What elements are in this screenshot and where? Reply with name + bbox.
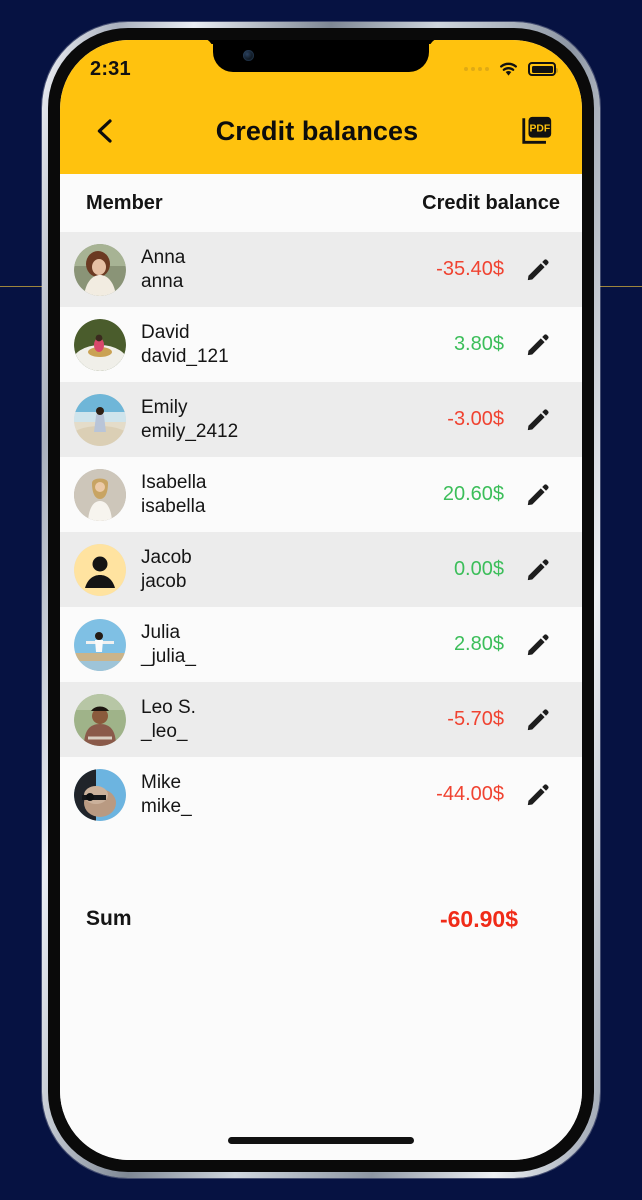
credit-balance-amount: 0.00$ xyxy=(453,558,504,580)
credit-balance-amount: -3.00$ xyxy=(447,408,504,430)
avatar xyxy=(74,468,126,521)
table-row[interactable]: Isabella isabella 20.60$ xyxy=(60,457,582,532)
avatar xyxy=(74,243,126,296)
member-username: emily_2412 xyxy=(141,420,239,442)
table-row[interactable]: Julia _julia_ 2.80$ xyxy=(60,607,582,682)
member-name: Isabella xyxy=(141,472,207,494)
column-header-balance: Credit balance xyxy=(422,191,560,214)
device-notch xyxy=(213,40,429,72)
member-name: Leo S. xyxy=(141,697,196,719)
summary-row: Sum -60.90$ xyxy=(60,886,582,952)
member-names: Isabella isabella xyxy=(141,471,443,517)
member-names: Jacob jacob xyxy=(141,546,454,592)
home-indicator[interactable] xyxy=(228,1137,414,1144)
edit-balance-button[interactable] xyxy=(518,407,558,433)
edit-balance-button[interactable] xyxy=(518,557,558,583)
member-name: Julia xyxy=(141,622,181,644)
avatar xyxy=(74,618,126,671)
table-row[interactable]: Leo S. _leo_ -5.70$ xyxy=(60,682,582,757)
table-header-row: Member Credit balance xyxy=(60,174,582,232)
credit-balance-amount: 20.60$ xyxy=(442,483,504,505)
page-title: Credit balances xyxy=(215,115,419,146)
avatar xyxy=(74,393,126,446)
avatar xyxy=(74,318,126,371)
member-username: isabella xyxy=(141,495,206,517)
table-row[interactable]: Mike mike_ -44.00$ xyxy=(60,757,582,832)
credit-balance-amount: -5.70$ xyxy=(447,708,504,730)
table-row[interactable]: Jacob jacob 0.00$ xyxy=(60,532,582,607)
member-names: Emily emily_2412 xyxy=(141,396,447,442)
screenshot-stage: 2:31 Credit balances PDF Member Credit b… xyxy=(0,0,642,1200)
wifi-icon xyxy=(498,61,519,77)
avatar xyxy=(74,768,126,821)
phone-device-frame: 2:31 Credit balances PDF Member Credit b… xyxy=(42,22,600,1178)
signal-dots-icon xyxy=(464,67,489,71)
table-row[interactable]: David david_121 3.80$ xyxy=(60,307,582,382)
member-names: Anna anna xyxy=(141,246,436,292)
member-name: Mike xyxy=(141,772,182,794)
edit-balance-button[interactable] xyxy=(518,782,558,808)
status-clock: 2:31 xyxy=(90,57,131,80)
credit-balance-amount: -44.00$ xyxy=(436,783,504,805)
svg-text:PDF: PDF xyxy=(529,124,550,135)
member-name: Emily xyxy=(141,397,188,419)
status-indicators xyxy=(464,61,558,77)
front-camera-icon xyxy=(243,50,254,61)
member-names: Leo S. _leo_ xyxy=(141,696,447,742)
edit-balance-button[interactable] xyxy=(518,482,558,508)
member-name: Jacob xyxy=(141,547,192,569)
member-rows: Anna anna -35.40$ David david_121 3.80$ … xyxy=(60,232,582,832)
pdf-export-button[interactable]: PDF xyxy=(518,112,556,150)
column-header-member: Member xyxy=(86,191,163,214)
member-names: Julia _julia_ xyxy=(141,621,454,667)
credit-balance-amount: -35.40$ xyxy=(436,258,504,280)
credit-balances-list: Member Credit balance Anna anna -35.40$ … xyxy=(60,174,582,1160)
app-navigation-bar: Credit balances PDF xyxy=(60,88,582,174)
member-username: anna xyxy=(141,270,184,292)
member-names: David david_121 xyxy=(141,321,454,367)
member-username: david_121 xyxy=(141,345,229,367)
member-username: _leo_ xyxy=(141,720,188,742)
table-row[interactable]: Anna anna -35.40$ xyxy=(60,232,582,307)
avatar xyxy=(74,693,126,746)
default-person-avatar-icon xyxy=(74,543,126,596)
edit-balance-button[interactable] xyxy=(518,332,558,358)
edit-balance-button[interactable] xyxy=(518,632,558,658)
member-username: mike_ xyxy=(141,795,192,817)
avatar xyxy=(74,543,126,596)
table-row[interactable]: Emily emily_2412 -3.00$ xyxy=(60,382,582,457)
member-name: David xyxy=(141,322,190,344)
battery-full-icon xyxy=(528,62,558,76)
summary-label: Sum xyxy=(86,907,132,930)
edit-balance-button[interactable] xyxy=(518,257,558,283)
member-name: Anna xyxy=(141,247,186,269)
member-username: jacob xyxy=(141,570,187,592)
credit-balance-amount: 2.80$ xyxy=(453,633,504,655)
phone-bezel: 2:31 Credit balances PDF Member Credit b… xyxy=(48,28,594,1172)
edit-balance-button[interactable] xyxy=(518,707,558,733)
credit-balance-amount: 3.80$ xyxy=(453,333,504,355)
member-names: Mike mike_ xyxy=(141,771,436,817)
member-username: _julia_ xyxy=(141,645,196,667)
summary-value: -60.90$ xyxy=(439,905,518,932)
phone-screen: 2:31 Credit balances PDF Member Credit b… xyxy=(60,40,582,1160)
